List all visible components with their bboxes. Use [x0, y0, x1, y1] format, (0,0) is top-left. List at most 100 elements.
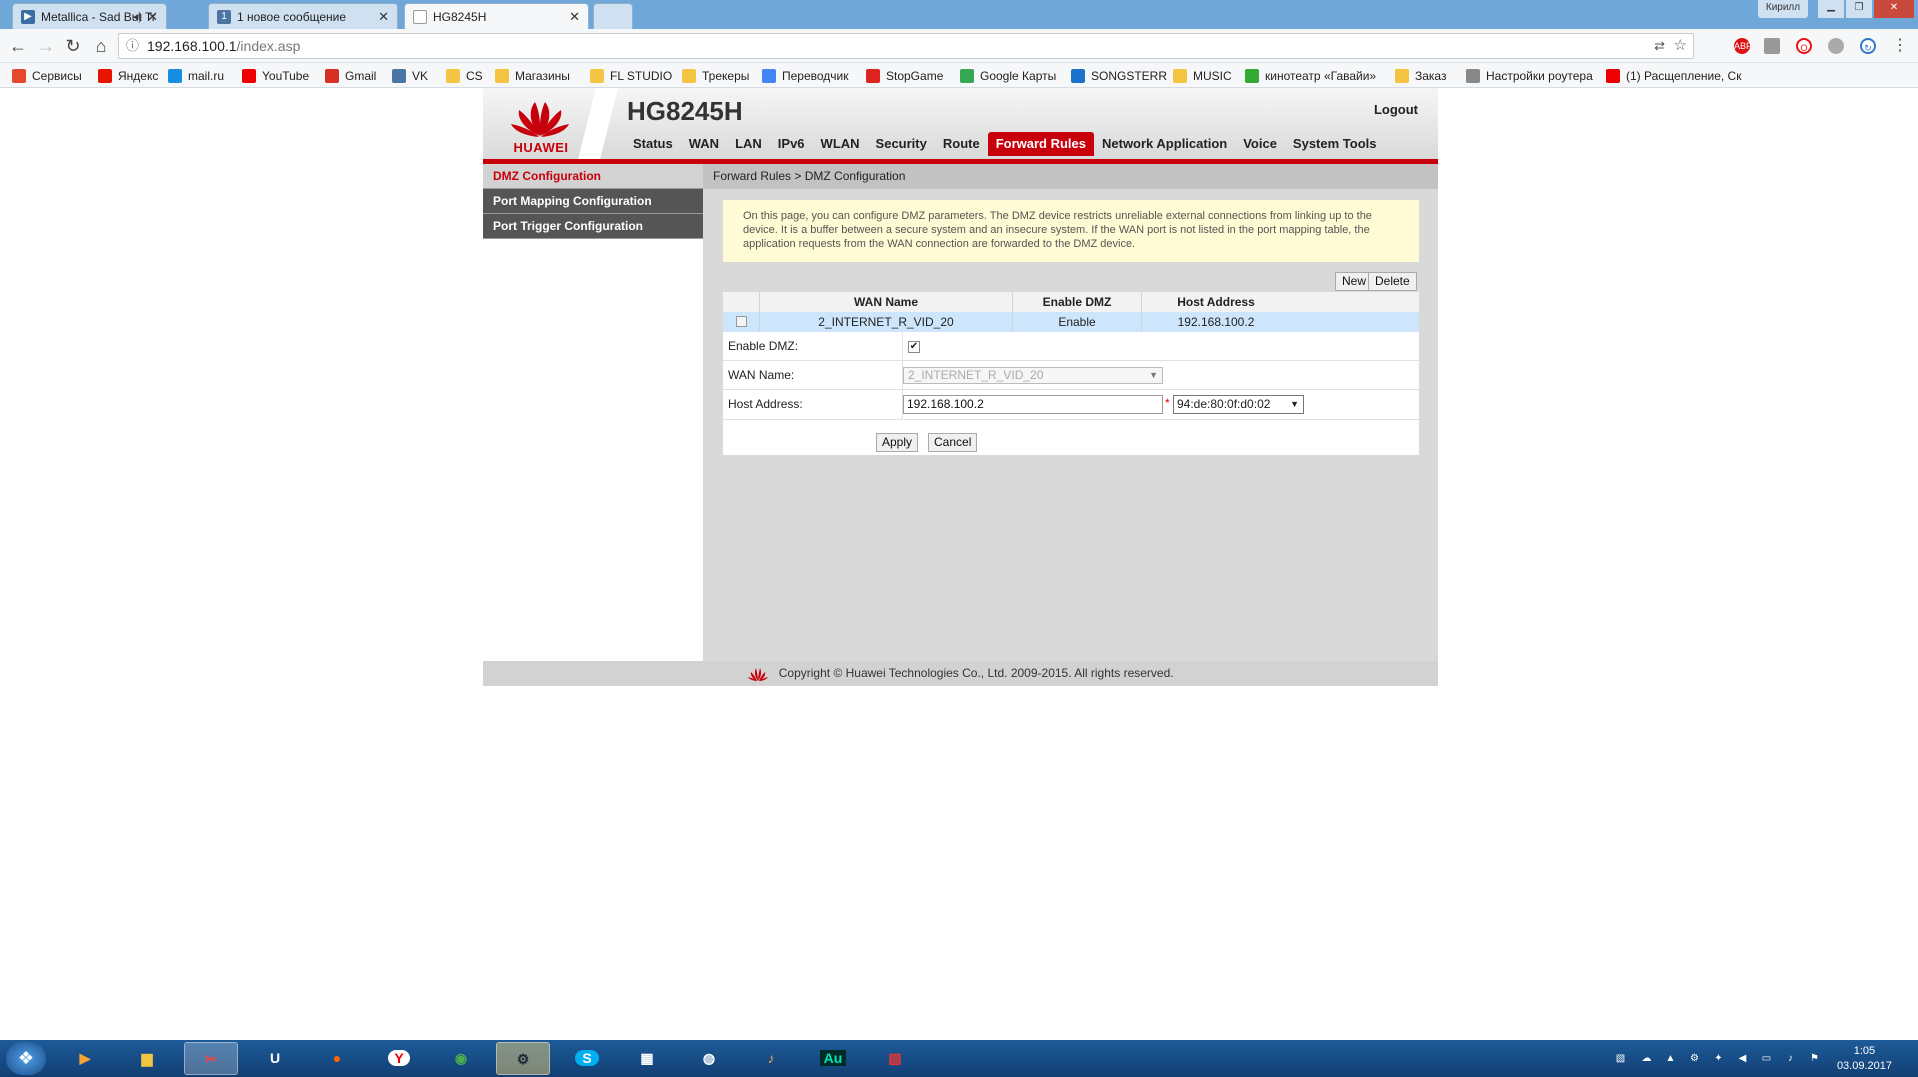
- bookmark-item[interactable]: CS: [446, 67, 483, 85]
- video-editor-icon[interactable]: ▦: [620, 1042, 674, 1075]
- tray-app-icon[interactable]: ▧: [1614, 1052, 1627, 1065]
- paint-icon[interactable]: ✂: [184, 1042, 238, 1075]
- bookmark-item[interactable]: Настройки роутера: [1466, 67, 1593, 85]
- steam-tray-icon[interactable]: ⚙: [1688, 1052, 1701, 1065]
- bookmark-item[interactable]: Трекеры: [682, 67, 749, 85]
- new-tab-button[interactable]: [593, 3, 633, 29]
- tray-app-icon[interactable]: ◀: [1736, 1052, 1749, 1065]
- nav-tab-status[interactable]: Status: [625, 132, 681, 156]
- audition-icon[interactable]: Au: [806, 1042, 860, 1075]
- yandex-browser-icon[interactable]: Y: [372, 1042, 426, 1075]
- network-icon[interactable]: ▭: [1760, 1052, 1773, 1065]
- bookmark-item[interactable]: Яндекс: [98, 67, 158, 85]
- system-clock[interactable]: 1:05 03.09.2017: [1837, 1044, 1892, 1074]
- host-address-label: Host Address:: [728, 390, 903, 419]
- mute-icon[interactable]: ◂): [133, 4, 142, 29]
- bookmark-item[interactable]: Магазины: [495, 67, 570, 85]
- start-button[interactable]: ❖: [6, 1042, 46, 1075]
- bookmark-item[interactable]: StopGame: [866, 67, 943, 85]
- bookmark-item[interactable]: mail.ru: [168, 67, 224, 85]
- close-tab-icon[interactable]: ✕: [147, 4, 158, 29]
- cancel-button[interactable]: Cancel: [928, 433, 978, 452]
- logout-link[interactable]: Logout: [1374, 102, 1418, 117]
- sidebar-item-port-trigger-configuration[interactable]: Port Trigger Configuration: [483, 214, 703, 239]
- bookmark-star-icon[interactable]: ☆: [1674, 34, 1687, 58]
- origin-icon[interactable]: ●: [310, 1042, 364, 1075]
- bookmark-item[interactable]: VK: [392, 67, 428, 85]
- adblock-icon[interactable]: ABP: [1734, 38, 1752, 54]
- tray-app-icon[interactable]: ✦: [1712, 1052, 1725, 1065]
- stripes-app-icon[interactable]: ▧: [868, 1042, 922, 1075]
- close-tab-icon[interactable]: ✕: [378, 4, 389, 29]
- restore-icon[interactable]: ❐: [1846, 0, 1872, 18]
- nav-tab-network-application[interactable]: Network Application: [1094, 132, 1235, 156]
- browser-tab-active[interactable]: HG8245H ✕: [404, 3, 589, 29]
- address-bar[interactable]: ⓘ 192.168.100.1/index.asp ⇄ ☆: [118, 33, 1694, 59]
- wan-name-select[interactable]: 2_INTERNET_R_VID_20 ▼: [903, 367, 1163, 384]
- globe-app-icon[interactable]: ◍: [682, 1042, 736, 1075]
- sync-icon[interactable]: ↻: [1860, 38, 1876, 54]
- host-address-input[interactable]: 192.168.100.2: [903, 395, 1163, 414]
- apply-button[interactable]: Apply: [876, 433, 919, 452]
- globe-icon[interactable]: [1828, 38, 1844, 54]
- bookmark-item[interactable]: Gmail: [325, 67, 376, 85]
- profile-badge[interactable]: Кирилл: [1758, 0, 1808, 18]
- nav-tab-lan[interactable]: LAN: [727, 132, 770, 156]
- close-tab-icon[interactable]: ✕: [569, 4, 580, 29]
- chrome-icon[interactable]: ◉: [434, 1042, 488, 1075]
- bookmark-item[interactable]: SONGSTERR: [1071, 67, 1167, 85]
- row-select-cell[interactable]: [723, 312, 760, 332]
- bookmark-item[interactable]: MUSIC: [1173, 67, 1232, 85]
- nav-tab-forward-rules[interactable]: Forward Rules: [987, 132, 1094, 156]
- table-row[interactable]: 2_INTERNET_R_VID_20 Enable 192.168.100.2: [723, 312, 1419, 332]
- nav-tab-voice[interactable]: Voice: [1235, 132, 1285, 156]
- row-checkbox[interactable]: [735, 316, 747, 327]
- uplay-icon[interactable]: U: [248, 1042, 302, 1075]
- sidebar-item-dmz-configuration[interactable]: DMZ Configuration: [483, 164, 703, 189]
- minimize-icon[interactable]: ▁: [1818, 0, 1844, 18]
- tray-app-icon[interactable]: ☁: [1640, 1052, 1653, 1065]
- nav-tab-ipv6[interactable]: IPv6: [770, 132, 813, 156]
- enable-dmz-checkbox[interactable]: ✔: [908, 341, 920, 353]
- steam-icon[interactable]: ⚙: [496, 1042, 550, 1075]
- flag-icon[interactable]: ⚑: [1808, 1052, 1821, 1065]
- skype-icon[interactable]: S: [560, 1042, 614, 1075]
- bookmark-item[interactable]: кинотеатр «Гавайи»: [1245, 67, 1376, 85]
- back-icon[interactable]: ←: [8, 36, 28, 56]
- menu-icon[interactable]: ⋮: [1890, 36, 1910, 56]
- mailru-icon: [168, 69, 182, 83]
- nav-tab-system-tools[interactable]: System Tools: [1285, 132, 1385, 156]
- gmail-icon: [325, 69, 339, 83]
- home-icon[interactable]: ⌂: [91, 36, 111, 56]
- opera-icon[interactable]: O: [1796, 38, 1812, 54]
- nav-tab-wan[interactable]: WAN: [681, 132, 727, 156]
- volume-icon[interactable]: ♪: [1784, 1052, 1797, 1065]
- delete-button[interactable]: Delete: [1368, 272, 1417, 291]
- nav-tab-route[interactable]: Route: [935, 132, 988, 156]
- file-explorer-icon[interactable]: ▆: [120, 1042, 174, 1075]
- browser-tab[interactable]: ▶ Metallica - Sad But Tr ◂) ✕: [12, 3, 167, 29]
- bookmark-item[interactable]: Переводчик: [762, 67, 849, 85]
- folder-icon: [1173, 69, 1187, 83]
- bookmark-item[interactable]: YouTube: [242, 67, 309, 85]
- forward-icon[interactable]: →: [36, 36, 56, 56]
- extension-icon[interactable]: [1764, 38, 1780, 54]
- bookmark-item[interactable]: (1) Расщепление, Ск: [1606, 67, 1741, 85]
- nav-tab-security[interactable]: Security: [868, 132, 935, 156]
- sidebar-item-port-mapping-configuration[interactable]: Port Mapping Configuration: [483, 189, 703, 214]
- translate-icon[interactable]: ⇄: [1654, 34, 1665, 58]
- mac-address-select[interactable]: 94:de:80:0f:d0:02 ▼: [1173, 395, 1304, 414]
- bookmark-item[interactable]: Заказ: [1395, 67, 1446, 85]
- bookmark-item[interactable]: Google Карты: [960, 67, 1056, 85]
- google-drive-icon[interactable]: ▲: [1664, 1052, 1677, 1065]
- info-icon[interactable]: ⓘ: [126, 34, 139, 58]
- bookmark-item[interactable]: Сервисы: [12, 67, 82, 85]
- reload-icon[interactable]: ↻: [63, 36, 83, 56]
- bookmark-item[interactable]: FL STUDIO: [590, 67, 672, 85]
- media-player-icon[interactable]: ▶: [58, 1042, 112, 1075]
- router-ui: HUAWEI HG8245H Logout Status WAN LAN IPv6 WL…: [483, 88, 1438, 686]
- browser-tab[interactable]: 1 1 новое сообщение ✕: [208, 3, 398, 29]
- fl-studio-icon[interactable]: ♪: [744, 1042, 798, 1075]
- close-window-icon[interactable]: ✕: [1874, 0, 1914, 18]
- nav-tab-wlan[interactable]: WLAN: [813, 132, 868, 156]
